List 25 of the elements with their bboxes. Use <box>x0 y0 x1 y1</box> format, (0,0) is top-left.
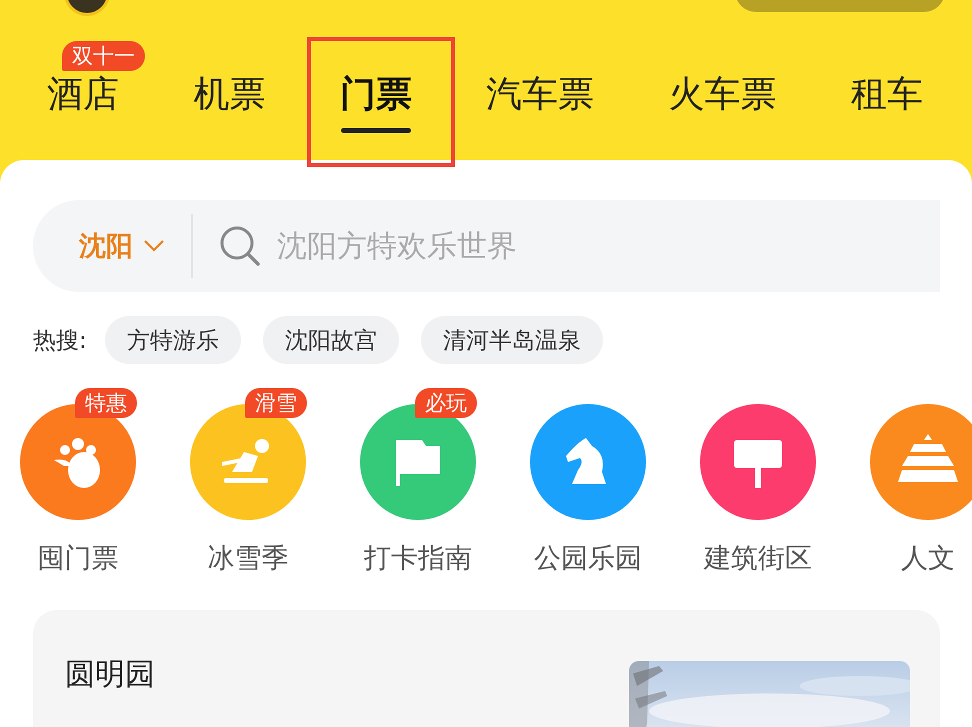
search-chip[interactable]: 方特游乐 <box>104 316 241 364</box>
promo-badge: 双十一 <box>62 41 145 71</box>
promo-badge: 必玩 <box>415 388 477 418</box>
hot-search-label: 热搜: <box>33 326 87 356</box>
attraction-title: 圆明园 <box>65 657 155 692</box>
promo-badge: 特惠 <box>75 388 137 418</box>
tab[interactable]: 机票 <box>193 75 266 115</box>
chevron-down-icon[interactable] <box>143 239 165 253</box>
category-label[interactable]: 囤门票 <box>38 540 118 576</box>
tab[interactable]: 门票 <box>340 75 412 115</box>
category-label[interactable]: 冰雪季 <box>208 540 288 576</box>
category-label[interactable]: 打卡指南 <box>364 540 472 576</box>
tab[interactable]: 酒店 <box>47 75 119 115</box>
attraction-card[interactable]: 圆明园 <box>33 610 940 727</box>
tab-underline <box>340 128 411 133</box>
category-label[interactable]: 建筑街区 <box>704 540 812 576</box>
category-label[interactable]: 公园乐园 <box>534 540 642 576</box>
tab[interactable]: 火车票 <box>668 75 777 115</box>
category-label[interactable]: 人文 <box>901 540 955 576</box>
tab[interactable]: 汽车票 <box>486 75 594 115</box>
promo-badge: 滑雪 <box>245 388 307 418</box>
search-chip[interactable]: 沈阳故宫 <box>262 316 399 364</box>
search-chip[interactable]: 清河半岛温泉 <box>420 316 603 364</box>
search-icon <box>219 225 261 267</box>
tab[interactable]: 租车 <box>850 75 923 115</box>
